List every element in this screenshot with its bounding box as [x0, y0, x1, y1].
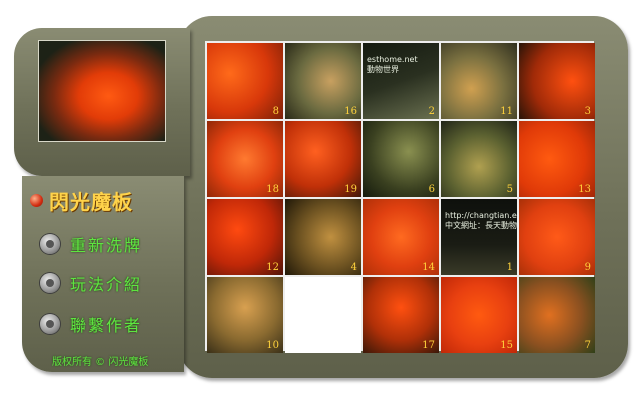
tile-number: 5	[506, 184, 513, 195]
contact-author-label: 聯繫作者	[70, 316, 143, 335]
tile-number: 6	[428, 184, 435, 195]
tile-number: 4	[350, 262, 357, 273]
tile-number: 15	[500, 340, 513, 351]
puzzle-tile[interactable]: 17	[363, 277, 439, 353]
shuffle-label: 重新洗牌	[70, 236, 143, 255]
puzzle-tile[interactable]: 18	[207, 121, 283, 197]
puzzle-tile[interactable]: 16	[285, 43, 361, 119]
menu-title: 閃光魔板	[30, 188, 133, 214]
tile-number: 19	[344, 184, 357, 195]
puzzle-tile[interactable]: 12	[207, 199, 283, 275]
tile-number: 1	[506, 262, 513, 273]
puzzle-tile[interactable]: 5	[441, 121, 517, 197]
how-to-play-label: 玩法介紹	[70, 275, 143, 294]
copyright-text: 版权所有 © 闪光魔板	[52, 357, 149, 368]
tile-number: 14	[422, 262, 435, 273]
puzzle-tile[interactable]: 6	[363, 121, 439, 197]
contact-author-button[interactable]: 聯繫作者	[40, 312, 142, 336]
tile-number: 13	[578, 184, 591, 195]
tile-number: 11	[500, 106, 513, 117]
red-dot-icon	[30, 193, 43, 207]
puzzle-tile[interactable]: 13	[519, 121, 595, 197]
disc-icon	[40, 314, 60, 334]
empty-tile[interactable]	[285, 277, 361, 353]
puzzle-tile[interactable]: 9	[519, 199, 595, 275]
puzzle-tile[interactable]: 7	[519, 277, 595, 353]
tile-number: 18	[266, 184, 279, 195]
puzzle-tile[interactable]: 8	[207, 43, 283, 119]
puzzle-tile[interactable]: 15	[441, 277, 517, 353]
tile-number: 7	[584, 340, 591, 351]
tile-number: 2	[428, 106, 435, 117]
preview-image	[38, 40, 166, 142]
tile-number: 8	[272, 106, 279, 117]
tile-watermark-text: esthome.net 動物世界	[367, 55, 418, 74]
tile-number: 9	[584, 262, 591, 273]
puzzle-tile[interactable]: 14	[363, 199, 439, 275]
tile-number: 16	[344, 106, 357, 117]
puzzle-board: 8 16 esthome.net 動物世界 2 11 3 18 19 6 5 13 12 4 14 http…	[205, 41, 595, 353]
tile-number: 17	[422, 340, 435, 351]
tile-number: 3	[584, 106, 591, 117]
tile-number: 12	[266, 262, 279, 273]
shuffle-button[interactable]: 重新洗牌	[40, 232, 142, 256]
disc-icon	[40, 273, 60, 293]
tile-number: 10	[266, 340, 279, 351]
puzzle-tile[interactable]: esthome.net 動物世界 2	[363, 43, 439, 119]
tile-watermark-text: http://changtian.e 中文網址：長天動物	[445, 211, 517, 230]
puzzle-tile[interactable]: 4	[285, 199, 361, 275]
how-to-play-button[interactable]: 玩法介紹	[40, 271, 142, 295]
disc-icon	[40, 234, 60, 254]
puzzle-tile[interactable]: 3	[519, 43, 595, 119]
puzzle-tile[interactable]: 10	[207, 277, 283, 353]
game-title: 閃光魔板	[49, 189, 133, 214]
puzzle-tile[interactable]: 19	[285, 121, 361, 197]
puzzle-tile[interactable]: 11	[441, 43, 517, 119]
puzzle-tile[interactable]: http://changtian.e 中文網址：長天動物 1	[441, 199, 517, 275]
